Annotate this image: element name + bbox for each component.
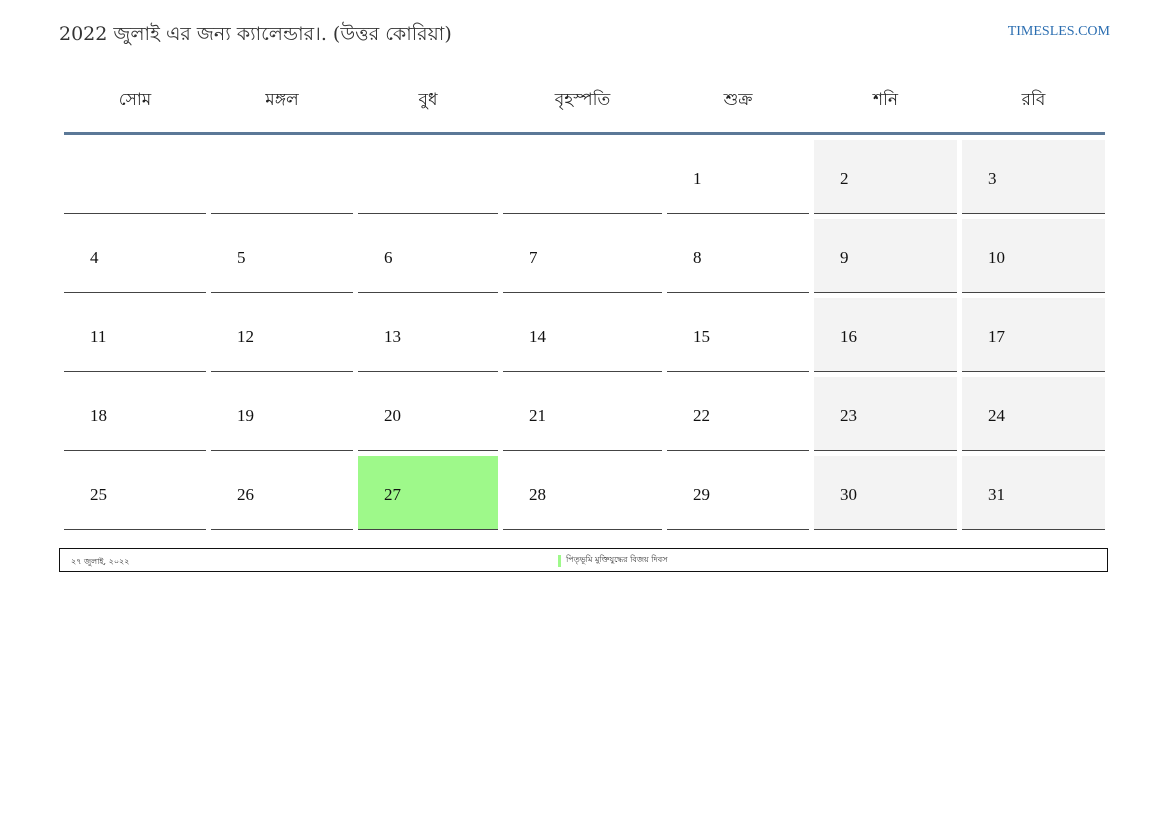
day-number: 31 <box>988 485 1005 504</box>
week-row: 25 26 27 28 29 30 31 <box>64 456 1105 530</box>
day-cell-weekend[interactable]: 24 <box>962 377 1105 451</box>
weekday-wednesday: বুধ <box>418 90 438 110</box>
day-number: 12 <box>237 327 254 346</box>
day-number: 24 <box>988 406 1005 425</box>
day-number: 22 <box>693 406 710 425</box>
day-cell-weekend[interactable]: 30 <box>814 456 957 530</box>
day-cell-weekend[interactable]: 17 <box>962 298 1105 372</box>
weekday-monday: সোম <box>118 90 152 110</box>
day-cell[interactable]: 29 <box>667 456 809 530</box>
day-number: 10 <box>988 248 1005 267</box>
weekday-sunday: রবি <box>1021 90 1046 110</box>
day-cell[interactable]: 20 <box>358 377 498 451</box>
day-cell[interactable]: 13 <box>358 298 498 372</box>
day-cell-holiday[interactable]: 27 <box>358 456 498 530</box>
holiday-legend: ২৭ জুলাই, ২০২২ পিতৃভূমি মুক্তিযুদ্ধের বি… <box>59 548 1108 572</box>
day-cell-weekend[interactable]: 2 <box>814 140 957 214</box>
day-number: 17 <box>988 327 1005 346</box>
brand-link[interactable]: TIMESLES.COM <box>1008 24 1110 40</box>
holiday-date: ২৭ জুলাই, ২০২২ <box>71 557 130 566</box>
day-number: 18 <box>90 406 107 425</box>
day-number: 29 <box>693 485 710 504</box>
day-cell[interactable]: 4 <box>64 219 206 293</box>
day-number: 19 <box>237 406 254 425</box>
day-number: 16 <box>840 327 857 346</box>
weekday-tuesday: মঙ্গল <box>265 90 299 110</box>
day-cell[interactable]: 26 <box>211 456 353 530</box>
day-number: 4 <box>90 248 99 267</box>
holiday-color-swatch <box>558 554 561 567</box>
holiday-entry: পিতৃভূমি মুক্তিযুদ্ধের বিজয় দিবস <box>558 554 667 567</box>
day-cell[interactable]: 22 <box>667 377 809 451</box>
weekday-friday: শুক্র <box>723 90 753 110</box>
day-cell[interactable]: 7 <box>503 219 662 293</box>
day-cell-weekend[interactable]: 23 <box>814 377 957 451</box>
day-cell[interactable]: 21 <box>503 377 662 451</box>
week-row: 11 12 13 14 15 16 17 <box>64 298 1105 372</box>
day-cell[interactable] <box>64 140 206 214</box>
calendar-grid: সোম মঙ্গল বুধ বৃহস্পতি শুক্র শনি রবি 1 2… <box>64 70 1105 530</box>
day-number: 6 <box>384 248 393 267</box>
day-cell[interactable]: 1 <box>667 140 809 214</box>
day-cell-weekend[interactable]: 31 <box>962 456 1105 530</box>
day-cell[interactable]: 15 <box>667 298 809 372</box>
day-number: 1 <box>693 169 702 188</box>
week-row: 1 2 3 <box>64 140 1105 214</box>
day-cell[interactable]: 5 <box>211 219 353 293</box>
day-cell-weekend[interactable]: 3 <box>962 140 1105 214</box>
day-cell[interactable]: 19 <box>211 377 353 451</box>
weekday-thursday: বৃহস্পতি <box>554 90 611 110</box>
day-number: 5 <box>237 248 246 267</box>
day-cell-weekend[interactable]: 16 <box>814 298 957 372</box>
day-number: 30 <box>840 485 857 504</box>
page-title: 2022 জুলাই এর জন্য ক্যালেন্ডার।. (উত্তর … <box>59 23 452 45</box>
weekday-header-row: সোম মঙ্গল বুধ বৃহস্পতি শুক্র শনি রবি <box>64 70 1105 135</box>
day-number: 21 <box>529 406 546 425</box>
day-cell[interactable]: 12 <box>211 298 353 372</box>
day-cell[interactable] <box>211 140 353 214</box>
day-number: 20 <box>384 406 401 425</box>
day-cell-weekend[interactable]: 10 <box>962 219 1105 293</box>
day-cell-weekend[interactable]: 9 <box>814 219 957 293</box>
day-number: 7 <box>529 248 538 267</box>
day-number: 9 <box>840 248 849 267</box>
day-number: 2 <box>840 169 849 188</box>
day-number: 14 <box>529 327 546 346</box>
day-cell[interactable] <box>503 140 662 214</box>
week-row: 18 19 20 21 22 23 24 <box>64 377 1105 451</box>
weekday-saturday: শনি <box>872 90 899 110</box>
day-cell[interactable]: 11 <box>64 298 206 372</box>
day-number: 26 <box>237 485 254 504</box>
day-cell[interactable]: 14 <box>503 298 662 372</box>
day-number: 15 <box>693 327 710 346</box>
day-number: 8 <box>693 248 702 267</box>
day-cell[interactable]: 6 <box>358 219 498 293</box>
day-cell[interactable] <box>358 140 498 214</box>
day-cell[interactable]: 8 <box>667 219 809 293</box>
day-number: 11 <box>90 327 107 346</box>
day-number: 28 <box>529 485 546 504</box>
holiday-name: পিতৃভূমি মুক্তিযুদ্ধের বিজয় দিবস <box>566 555 668 564</box>
day-cell[interactable]: 18 <box>64 377 206 451</box>
day-number: 25 <box>90 485 107 504</box>
week-row: 4 5 6 7 8 9 10 <box>64 219 1105 293</box>
day-number: 3 <box>988 169 997 188</box>
day-cell[interactable]: 25 <box>64 456 206 530</box>
day-cell[interactable]: 28 <box>503 456 662 530</box>
day-number: 23 <box>840 406 857 425</box>
day-number: 13 <box>384 327 401 346</box>
day-number: 27 <box>384 485 401 504</box>
